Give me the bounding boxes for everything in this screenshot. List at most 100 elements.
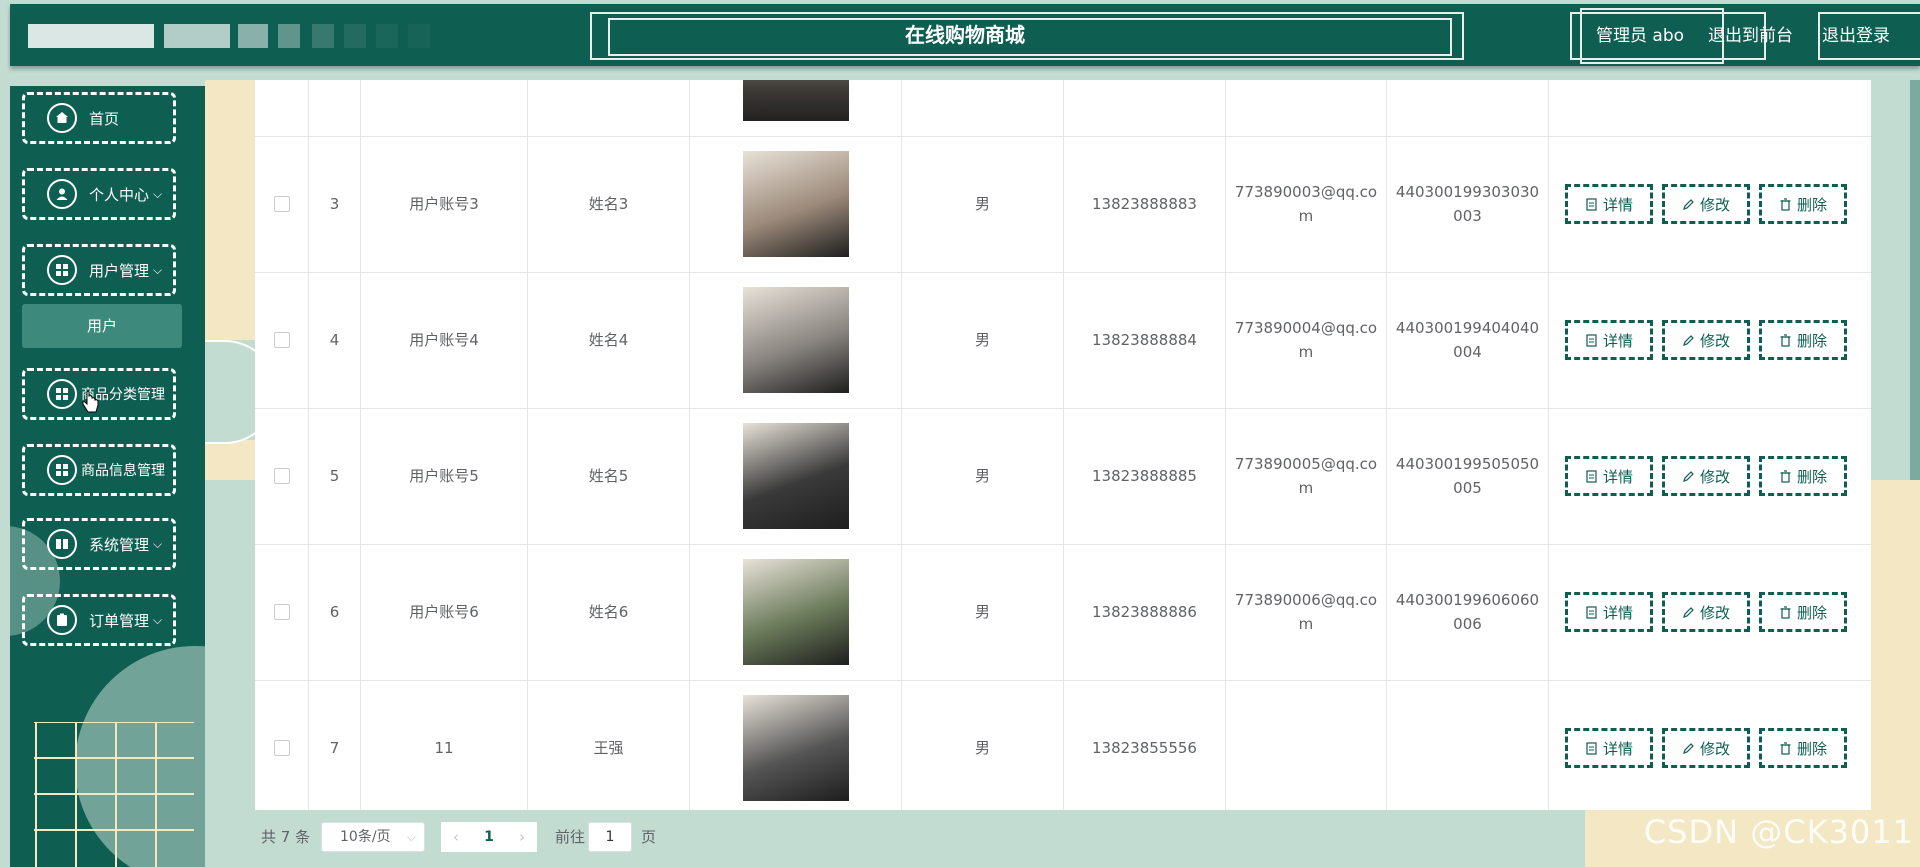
table-row: 6 用户账号6 姓名6 男 13823888886 773890006@qq.co m 44… (255, 544, 1871, 681)
chevron-down-icon: ⌵ (406, 830, 416, 844)
page-size-value: 10条/页 (340, 829, 391, 845)
trash-icon (1780, 333, 1791, 347)
detail-button[interactable]: 详情 (1565, 728, 1653, 768)
current-page[interactable]: 1 (484, 829, 494, 845)
table-row-partial (255, 80, 1871, 137)
chevron-down-icon: ⌵ (153, 536, 163, 551)
cell-checkbox (255, 136, 309, 272)
cell-gender: 男 (902, 408, 1064, 544)
bg-yellow-block-left-2 (205, 440, 255, 480)
sidebar-item-orders[interactable]: 订单管理 ⌵ (22, 594, 176, 646)
logout-link[interactable]: 退出登录 (1822, 22, 1890, 50)
edit-button[interactable]: 修改 (1662, 456, 1750, 496)
table-row: 7 11 王强 男 13823855556 详情 修改 删除 (255, 680, 1871, 810)
avatar (742, 287, 849, 393)
clipboard-icon (47, 605, 77, 635)
goto-page-input[interactable]: 1 (588, 822, 632, 852)
pencil-icon (1683, 198, 1694, 210)
delete-button[interactable]: 删除 (1759, 728, 1847, 768)
front-link[interactable]: 退出到前台 (1708, 22, 1793, 50)
cell-avatar (690, 680, 902, 810)
pagination: 共 7 条 10条/页 ⌵ ‹ 1 › 前往 1 页 (255, 810, 1855, 867)
user-table: 3 用户账号3 姓名3 男 13823888883 773890003@qq.co m 44… (255, 80, 1871, 810)
cell-checkbox (255, 80, 309, 136)
detail-button[interactable]: 详情 (1565, 592, 1653, 632)
phone-text: 13823888884 (1092, 331, 1197, 349)
delete-button[interactable]: 删除 (1759, 592, 1847, 632)
trash-icon (1780, 605, 1791, 619)
edit-button[interactable]: 修改 (1662, 184, 1750, 224)
trash-icon (1780, 741, 1791, 755)
edit-label: 修改 (1699, 331, 1730, 350)
book-icon (47, 529, 77, 559)
delete-button[interactable]: 删除 (1759, 456, 1847, 496)
row-checkbox[interactable] (273, 604, 290, 620)
cell-email (1226, 80, 1387, 136)
vertical-scrollbar[interactable] (1910, 80, 1920, 480)
pencil-icon (1683, 470, 1694, 482)
cell-phone: 13823888885 (1064, 408, 1226, 544)
cell-email (1226, 680, 1387, 810)
table-row: 3 用户账号3 姓名3 男 13823888883 773890003@qq.co m 44… (255, 136, 1871, 273)
page-nav: ‹ 1 › (441, 822, 537, 852)
sidebar-subitem-user[interactable]: 用户 (22, 304, 182, 348)
detail-button[interactable]: 详情 (1565, 320, 1653, 360)
phone-text: 13823855556 (1092, 739, 1197, 757)
document-icon (1586, 197, 1597, 211)
detail-button[interactable]: 详情 (1565, 456, 1653, 496)
bg-yellow-block-right-2 (1871, 480, 1920, 810)
edit-button[interactable]: 修改 (1662, 592, 1750, 632)
row-checkbox[interactable] (273, 332, 290, 348)
detail-button[interactable]: 详情 (1565, 184, 1653, 224)
gender-text: 男 (974, 603, 990, 621)
row-checkbox[interactable] (273, 468, 290, 484)
delete-label: 删除 (1796, 331, 1827, 350)
cell-actions (1549, 80, 1871, 136)
phone-text: 13823888886 (1092, 603, 1197, 621)
cell-index: 3 (309, 136, 361, 272)
sidebar-item-label: 订单管理 (89, 611, 150, 630)
bg-yellow-block-left (205, 80, 255, 340)
cell-phone: 13823855556 (1064, 680, 1226, 810)
cell-idcard (1387, 680, 1549, 810)
trash-icon (1780, 469, 1791, 483)
sidebar: 首页 个人中心 ⌵ 用户管理 ⌵ 用户 商品分类管理 商品信息管理 系统管理 ⌵… (10, 86, 205, 867)
account-text: 用户账号5 (409, 467, 479, 485)
name-text: 姓名3 (588, 195, 629, 213)
edit-button[interactable]: 修改 (1662, 320, 1750, 360)
mouse-cursor-icon (82, 390, 99, 413)
row-checkbox[interactable] (273, 740, 290, 756)
delete-button[interactable]: 删除 (1759, 184, 1847, 224)
avatar (742, 423, 849, 529)
cell-idcard: 440300199303030 003 (1387, 136, 1549, 272)
sidebar-item-personal[interactable]: 个人中心 ⌵ (22, 168, 176, 220)
sidebar-item-label: 商品信息管理 (81, 463, 165, 479)
edit-label: 修改 (1699, 195, 1730, 214)
phone-text: 13823888885 (1092, 467, 1197, 485)
document-icon (1586, 469, 1597, 483)
sidebar-item-system[interactable]: 系统管理 ⌵ (22, 518, 176, 570)
document-icon (1586, 333, 1597, 347)
page-size-select[interactable]: 10条/页 ⌵ (321, 822, 425, 852)
sidebar-item-home[interactable]: 首页 (22, 92, 176, 144)
prev-page-icon[interactable]: ‹ (453, 828, 459, 846)
top-header: 在线购物商城 管理员 abo 退出到前台 退出登录 (10, 4, 1920, 66)
email-text: 773890003@qq.co m (1234, 183, 1378, 225)
pencil-icon (1683, 334, 1694, 346)
cell-phone: 13823888884 (1064, 272, 1226, 408)
pencil-icon (1683, 606, 1694, 618)
index-text: 6 (329, 603, 340, 621)
next-page-icon[interactable]: › (519, 828, 525, 846)
sidebar-item-user-management[interactable]: 用户管理 ⌵ (22, 244, 176, 296)
admin-name: 管理员 abo (1596, 26, 1685, 46)
index-text: 4 (329, 331, 340, 349)
sidebar-item-product[interactable]: 商品信息管理 (22, 444, 176, 496)
avatar (742, 559, 849, 665)
delete-button[interactable]: 删除 (1759, 320, 1847, 360)
cell-actions: 详情 修改 删除 (1549, 544, 1871, 680)
row-checkbox[interactable] (273, 196, 290, 212)
cell-index: 4 (309, 272, 361, 408)
cell-gender: 男 (902, 272, 1064, 408)
edit-button[interactable]: 修改 (1662, 728, 1750, 768)
cell-actions: 详情 修改 删除 (1549, 408, 1871, 544)
